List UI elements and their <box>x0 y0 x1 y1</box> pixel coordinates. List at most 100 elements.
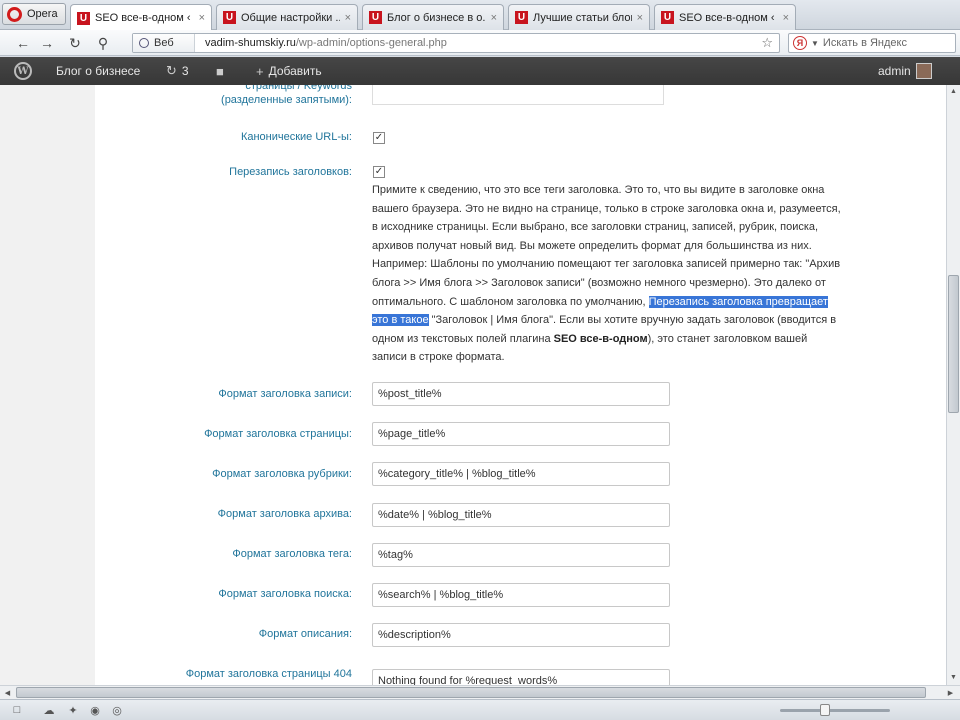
speed-dial-icon[interactable]: ◎ <box>110 703 124 717</box>
archive-title-format-label: Формат заголовка архива: <box>217 508 352 520</box>
wordpress-logo-button[interactable]: W <box>14 57 32 85</box>
turbo-icon[interactable]: ✦ <box>66 703 80 717</box>
search-title-format-input[interactable] <box>372 583 670 607</box>
tab-title: SEO все-в-одном ‹ ... <box>679 11 778 24</box>
site-favicon-icon: U <box>77 11 90 25</box>
scroll-up-icon[interactable]: ▲ <box>947 85 960 98</box>
page-title-format-input[interactable] <box>372 422 670 446</box>
updates-link[interactable]: ↻ 3 <box>166 57 189 85</box>
site-favicon-icon: U <box>515 11 528 24</box>
bookmark-star-icon[interactable]: ☆ <box>761 35 773 51</box>
rewrite-titles-description: Примите к сведению, что это все теги заг… <box>372 181 842 367</box>
url-domain: vadim-shumskiy.ru <box>205 37 296 49</box>
tab-title: Общие настройки ... <box>241 11 340 24</box>
chevron-down-icon[interactable]: ▼ <box>811 39 819 48</box>
search-title-format-label: Формат заголовка поиска: <box>218 588 352 600</box>
page-title-format-label: Формат заголовка страницы: <box>204 428 352 440</box>
description-format-input[interactable] <box>372 623 670 647</box>
browser-tab-5[interactable]: U SEO все-в-одном ‹ ... × <box>654 4 796 30</box>
key-icon[interactable]: ⚲ <box>94 34 112 52</box>
opera-menu-label: Opera <box>27 8 58 20</box>
keywords-label-line1: страницы / Keywords <box>245 85 352 92</box>
web-mode-badge[interactable]: Веб <box>133 34 195 52</box>
browser-tab-1[interactable]: U SEO все-в-одном ‹ ... × <box>70 4 212 31</box>
scroll-right-icon[interactable]: ▶ <box>944 686 957 699</box>
post-title-format-label: Формат заголовка записи: <box>218 388 352 400</box>
updates-icon: ↻ <box>166 63 177 78</box>
yandex-icon: Я <box>793 36 807 50</box>
category-title-format-label: Формат заголовка рубрики: <box>212 468 352 480</box>
plus-icon: + <box>256 63 264 79</box>
back-arrow-icon[interactable]: ← <box>14 34 32 52</box>
comments-link[interactable]: ■ <box>216 57 224 85</box>
url-path: /wp-admin/options-general.php <box>295 37 447 49</box>
add-new-link[interactable]: + Добавить <box>256 57 322 85</box>
search-field[interactable]: Я ▼ Искать в Яндекс <box>788 33 956 53</box>
browser-tab-2[interactable]: U Общие настройки ... × <box>216 4 358 30</box>
browser-tab-3[interactable]: U Блог о бизнесе в о... × <box>362 4 504 30</box>
opera-logo-icon <box>7 6 22 22</box>
address-bar[interactable]: Веб vadim-shumskiy.ru/wp-admin/options-g… <box>132 33 780 53</box>
tab-title: SEO все-в-одном ‹ ... <box>95 12 194 24</box>
horizontal-scrollbar[interactable]: ◀ ▶ <box>0 685 960 699</box>
description-format-label: Формат описания: <box>258 628 352 640</box>
tag-title-format-label: Формат заголовка тега: <box>232 548 352 560</box>
tab-close-icon[interactable]: × <box>199 12 205 24</box>
address-url[interactable]: vadim-shumskiy.ru/wp-admin/options-gener… <box>205 37 447 49</box>
unite-icon[interactable]: ◉ <box>88 703 102 717</box>
keywords-textarea[interactable] <box>372 85 664 105</box>
tab-close-icon[interactable]: × <box>491 12 497 24</box>
zoom-slider-handle[interactable] <box>820 704 830 716</box>
web-mode-label: Веб <box>154 37 174 49</box>
scroll-down-icon[interactable]: ▼ <box>947 671 960 684</box>
forward-arrow-icon[interactable]: → <box>38 34 56 52</box>
site-name: Блог о бизнесе <box>56 64 141 78</box>
vertical-scrollbar[interactable]: ▲ ▼ <box>946 85 960 685</box>
tab-close-icon[interactable]: × <box>783 12 789 24</box>
site-favicon-icon: U <box>369 11 382 24</box>
globe-icon <box>139 38 149 48</box>
archive-title-format-input[interactable] <box>372 503 670 527</box>
vertical-scroll-thumb[interactable] <box>948 275 959 413</box>
zoom-slider[interactable] <box>780 709 890 712</box>
wordpress-logo-icon: W <box>14 62 32 80</box>
keywords-label-line2: (разделенные запятыми): <box>221 94 352 106</box>
plugin-name: SEO все-в-одном <box>553 332 648 345</box>
tab-title: Лучшие статьи блог... <box>533 11 632 24</box>
horizontal-scroll-thumb[interactable] <box>16 687 926 698</box>
rewrite-titles-label: Перезапись заголовков: <box>229 166 352 178</box>
canonical-urls-checkbox[interactable]: ✓ <box>373 132 385 144</box>
browser-status-bar: □ ☁ ✦ ◉ ◎ <box>0 699 960 720</box>
browser-tab-bar: Opera U SEO все-в-одном ‹ ... × U Общие … <box>0 0 960 31</box>
user-name: admin <box>878 64 911 78</box>
canonical-urls-label: Канонические URL-ы: <box>240 131 352 143</box>
wp-admin-bar: W Блог о бизнесе ↻ 3 ■ + Добавить admin <box>0 57 960 85</box>
panel-toggle-icon[interactable]: □ <box>10 703 24 717</box>
updates-count: 3 <box>181 64 189 78</box>
keywords-label: страницы / Keywords (разделенные запятым… <box>92 85 352 107</box>
reload-icon[interactable]: ↻ <box>66 34 84 52</box>
category-title-format-input[interactable] <box>372 462 670 486</box>
site-name-link[interactable]: Блог о бизнесе <box>56 57 140 85</box>
add-new-label: Добавить <box>268 64 322 78</box>
rewrite-titles-checkbox[interactable]: ✓ <box>373 166 385 178</box>
cloud-icon[interactable]: ☁ <box>42 703 56 717</box>
avatar <box>915 63 932 79</box>
browser-toolbar: ← → ↻ ⚲ Веб vadim-shumskiy.ru/wp-admin/o… <box>0 30 960 56</box>
404-title-format-label: Формат заголовка страницы 404 <box>185 668 352 680</box>
browser-tab-4[interactable]: U Лучшие статьи блог... × <box>508 4 650 30</box>
page-content: страницы / Keywords (разделенные запятым… <box>0 85 946 685</box>
tab-title: Блог о бизнесе в о... <box>387 11 486 24</box>
post-title-format-input[interactable] <box>372 382 670 406</box>
opera-menu-button[interactable]: Opera <box>2 3 66 25</box>
tab-close-icon[interactable]: × <box>637 12 643 24</box>
tab-close-icon[interactable]: × <box>345 12 351 24</box>
tag-title-format-input[interactable] <box>372 543 670 567</box>
desc-text-1: Примите к сведению, что это все теги заг… <box>372 184 841 308</box>
site-favicon-icon: U <box>661 11 674 24</box>
site-favicon-icon: U <box>223 11 236 24</box>
scroll-left-icon[interactable]: ◀ <box>1 686 14 699</box>
404-title-format-input[interactable] <box>372 669 670 685</box>
user-account-link[interactable]: admin <box>878 57 932 85</box>
comment-bubble-icon: ■ <box>216 63 224 79</box>
